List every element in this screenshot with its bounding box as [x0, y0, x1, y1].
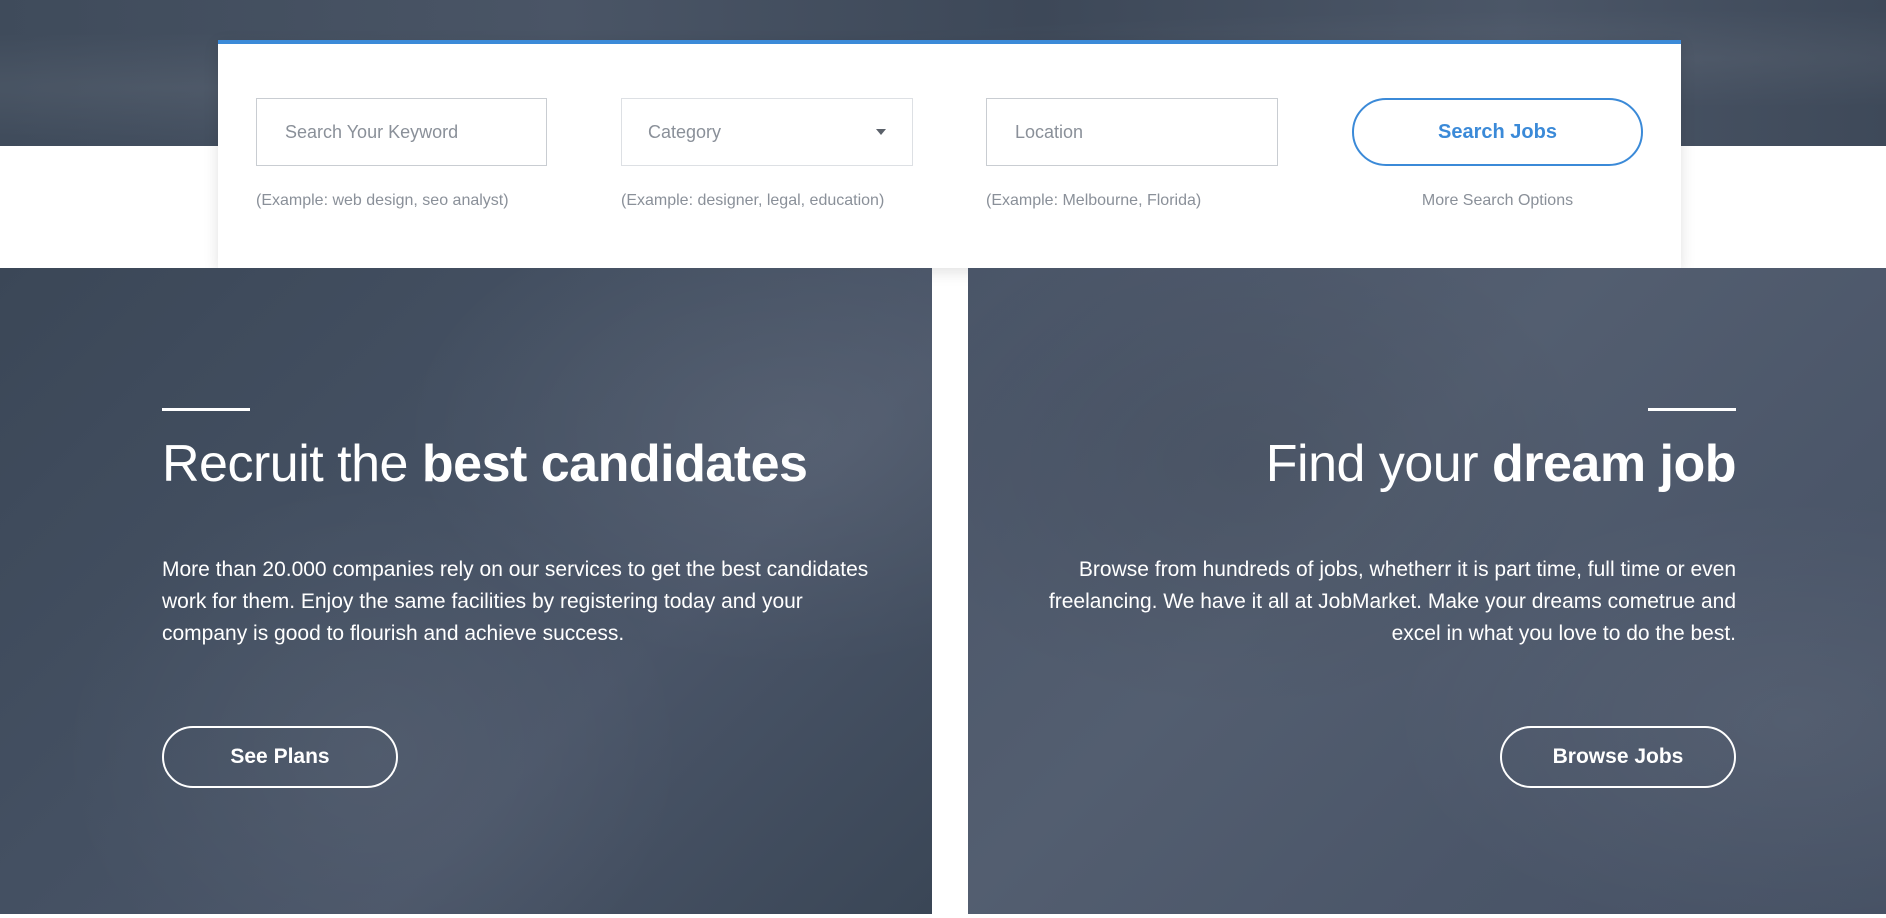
recruit-heading-bold: best candidates [421, 435, 808, 493]
keyword-input[interactable] [283, 120, 546, 144]
find-job-panel: Find your dream job Browse from hundreds… [968, 268, 1886, 914]
page: Category Search Jobs (Example: web desig… [0, 0, 1886, 918]
recruit-description: More than 20.000 companies rely on our s… [162, 558, 869, 645]
category-label: Category [648, 121, 722, 142]
keyword-hint: (Example: web design, seo analyst) [256, 192, 509, 209]
location-input[interactable] [1013, 120, 1277, 144]
category-select[interactable]: Category [621, 98, 913, 166]
job-search-form: Category Search Jobs (Example: web desig… [218, 40, 1681, 268]
see-plans-button[interactable]: See Plans [162, 726, 398, 788]
location-hint: (Example: Melbourne, Florida) [986, 192, 1202, 209]
find-job-heading: Find your dream job [1265, 434, 1737, 494]
find-heading-bold: dream job [1492, 435, 1737, 493]
recruit-heading-light: Recruit the [162, 435, 422, 493]
more-search-options-link[interactable]: More Search Options [1352, 192, 1643, 210]
accent-divider [162, 408, 250, 411]
chevron-down-icon [876, 129, 886, 135]
find-job-description: Browse from hundreds of jobs, whetherr i… [1048, 558, 1736, 645]
search-jobs-button[interactable]: Search Jobs [1352, 98, 1643, 166]
find-heading-light: Find your [1265, 435, 1492, 493]
category-hint: (Example: designer, legal, education) [621, 192, 885, 209]
recruit-panel: Recruit the best candidates More than 20… [0, 268, 932, 914]
location-field[interactable] [986, 98, 1278, 166]
recruit-heading: Recruit the best candidates [162, 434, 808, 494]
keyword-field[interactable] [256, 98, 547, 166]
accent-divider [1648, 408, 1736, 411]
browse-jobs-button[interactable]: Browse Jobs [1500, 726, 1736, 788]
